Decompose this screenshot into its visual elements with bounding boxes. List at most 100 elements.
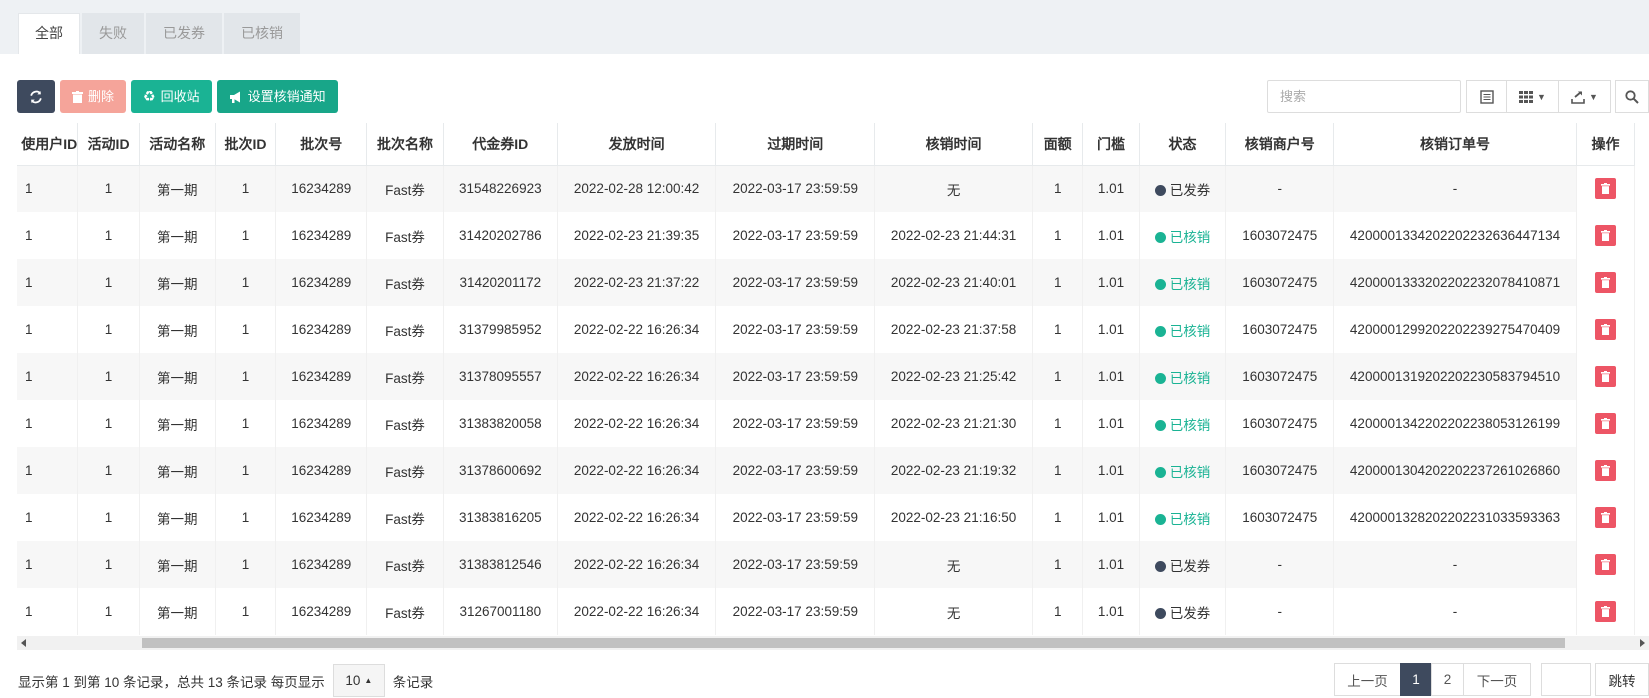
delete-row-button[interactable] [1594, 272, 1616, 293]
columns-dropdown[interactable]: ▼ [1506, 80, 1559, 113]
delete-row-button[interactable] [1594, 460, 1616, 481]
table-cell: 16234289 [275, 259, 368, 306]
table-cell: 1 [215, 165, 277, 212]
table-cell: 1 [215, 494, 277, 541]
table-cell: 已发券 [1139, 541, 1227, 588]
page-1-button[interactable]: 1 [1400, 663, 1432, 696]
tab-failed[interactable]: 失败 [82, 13, 144, 54]
caret-down-icon: ▼ [1537, 91, 1546, 102]
table-cell: 1 [17, 165, 79, 212]
page-2-button[interactable]: 2 [1431, 663, 1464, 696]
table-cell: 31378095557 [443, 353, 558, 400]
table-cell: 31383816205 [443, 494, 558, 541]
jump-page-input[interactable] [1541, 663, 1591, 696]
table-cell: 2022-02-23 21:40:01 [874, 259, 1033, 306]
table-cell: Fast券 [366, 541, 444, 588]
table-cell: 1 [1032, 494, 1084, 541]
page-size-select[interactable]: 10 ▲ [332, 664, 385, 697]
table-cell: Fast券 [366, 306, 444, 353]
column-header[interactable]: 活动ID [77, 123, 140, 166]
delete-button[interactable]: 删除 [60, 80, 127, 113]
delete-row-button[interactable] [1594, 225, 1616, 246]
table-cell: 31420202786 [443, 212, 558, 259]
scroll-left-arrow-icon[interactable] [21, 639, 26, 647]
table-cell: Fast券 [366, 165, 444, 212]
delete-row-button[interactable] [1594, 507, 1616, 528]
tab-verified[interactable]: 已核销 [224, 13, 300, 54]
search-button[interactable] [1615, 80, 1649, 113]
table-cell: Fast券 [366, 353, 444, 400]
delete-row-button[interactable] [1594, 319, 1616, 340]
table-row: 1 1 第一期 1 16234289 Fast券 31267001180 2022-02-22… [17, 588, 1636, 635]
column-header[interactable]: 使用户ID [17, 123, 79, 166]
toggle-view-button[interactable] [1466, 80, 1507, 113]
table-cell: 无 [874, 541, 1033, 588]
table-cell: 1 [215, 259, 277, 306]
table-cell: 1 [215, 588, 277, 635]
record-summary: 显示第 1 到第 10 条记录，总共 13 条记录 每页显示 [18, 674, 325, 690]
table-cell: 1 [215, 212, 277, 259]
status-dot-icon [1154, 607, 1166, 619]
table-cell: 第一期 [139, 494, 216, 541]
column-header[interactable]: 门槛 [1082, 123, 1140, 166]
table-cell: 2022-02-22 16:26:34 [557, 588, 717, 635]
table-cell: 1 [1032, 353, 1084, 400]
tab-all[interactable]: 全部 [18, 13, 80, 54]
table-cell: 1 [17, 541, 79, 588]
tab-bar: 全部 失败 已发券 已核销 [0, 0, 1649, 54]
column-header[interactable]: 活动名称 [139, 123, 216, 166]
table-cell: 2022-03-17 23:59:59 [715, 588, 876, 635]
trash-icon [1600, 606, 1610, 617]
table-cell: - [1225, 165, 1335, 212]
column-header[interactable]: 批次ID [215, 123, 277, 166]
delete-row-button[interactable] [1594, 554, 1616, 575]
delete-row-button[interactable] [1594, 601, 1616, 622]
status-badge: 已核销 [1169, 370, 1211, 386]
column-header[interactable]: 核销时间 [874, 123, 1033, 166]
table-cell: 4200001342202202238053126199 [1333, 400, 1577, 447]
refresh-button[interactable] [17, 80, 55, 113]
column-header[interactable]: 批次号 [275, 123, 368, 166]
horizontal-scrollbar[interactable] [17, 636, 1649, 650]
recycle-bin-button[interactable]: ♻ 回收站 [131, 80, 212, 113]
column-header[interactable]: 状态 [1139, 123, 1227, 166]
search-input[interactable] [1267, 80, 1461, 113]
tab-issued[interactable]: 已发券 [146, 13, 222, 54]
table-cell: 1603072475 [1225, 400, 1335, 447]
delete-row-button[interactable] [1594, 366, 1616, 387]
table-cell: 1.01 [1082, 588, 1140, 635]
delete-row-button[interactable] [1594, 413, 1616, 434]
table-cell: 1603072475 [1225, 306, 1335, 353]
table-cell: 1 [77, 212, 140, 259]
export-dropdown[interactable]: ▼ [1558, 80, 1611, 113]
set-notification-button[interactable]: 设置核销通知 [216, 80, 338, 113]
column-header[interactable]: 核销商户号 [1225, 123, 1335, 166]
recycle-icon: ♻ [143, 88, 156, 104]
delete-row-button[interactable] [1594, 178, 1616, 200]
column-header[interactable]: 面额 [1032, 123, 1084, 166]
table-cell: 1 [1032, 400, 1084, 447]
table-cell: 已核销 [1139, 306, 1227, 353]
trash-icon [1600, 465, 1610, 476]
operation-cell [1576, 447, 1636, 494]
column-header[interactable]: 过期时间 [715, 123, 876, 166]
next-page-button[interactable]: 下一页 [1463, 663, 1531, 696]
column-header[interactable]: 代金券ID [443, 123, 558, 166]
table-cell: 1 [1032, 259, 1084, 306]
status-badge: 已发券 [1169, 605, 1211, 621]
column-header[interactable]: 发放时间 [557, 123, 717, 166]
status-badge: 已核销 [1169, 417, 1211, 433]
prev-page-button[interactable]: 上一页 [1334, 663, 1401, 696]
scrollbar-thumb[interactable] [142, 638, 1565, 648]
column-header[interactable]: 操作 [1576, 123, 1636, 166]
scroll-right-arrow-icon[interactable] [1640, 639, 1645, 647]
column-header[interactable]: 批次名称 [366, 123, 444, 166]
table-cell: 4200001299202202239275470409 [1333, 306, 1577, 353]
table-cell: 16234289 [275, 447, 368, 494]
status-badge: 已核销 [1169, 464, 1211, 480]
column-header[interactable]: 核销订单号 [1333, 123, 1577, 166]
table-cell: 1.01 [1082, 494, 1140, 541]
jump-button[interactable]: 跳转 [1595, 663, 1649, 696]
pagination-info: 显示第 1 到第 10 条记录，总共 13 条记录 每页显示 10 ▲ 条记录 [18, 664, 433, 697]
caret-down-icon: ▼ [1589, 91, 1598, 102]
